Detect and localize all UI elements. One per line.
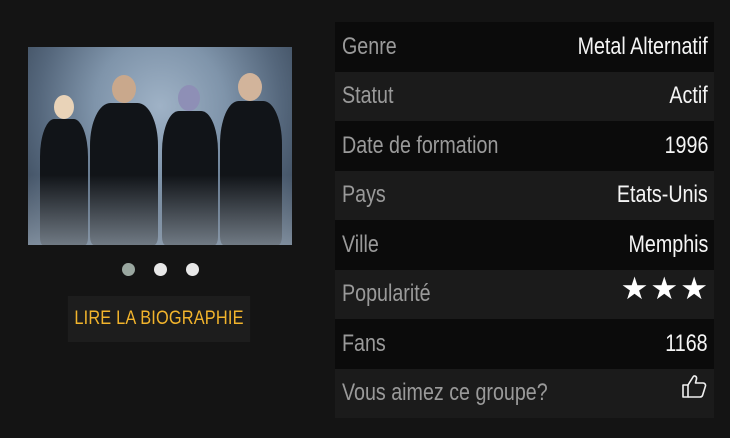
info-row-genre: Genre Metal Alternatif <box>335 22 714 72</box>
carousel-dot-2[interactable] <box>153 263 167 276</box>
info-label: Genre <box>342 32 397 60</box>
info-row-popularity: Popularité ★ ★ ★ <box>335 269 714 319</box>
info-label: Statut <box>342 82 394 110</box>
info-label: Vous aimez ce groupe? <box>342 379 548 407</box>
info-value: Memphis <box>628 230 708 258</box>
info-row-city: Ville Memphis <box>335 220 714 270</box>
info-value: Etats-Unis <box>617 181 708 209</box>
info-value: Metal Alternatif <box>577 32 708 60</box>
read-biography-button[interactable]: LIRE LA BIOGRAPHIE <box>67 296 251 342</box>
info-row-country: Pays Etats-Unis <box>335 170 714 220</box>
band-photo <box>28 47 292 245</box>
carousel-dot-3[interactable] <box>185 263 199 276</box>
carousel-dots <box>0 263 320 277</box>
info-row-like: Vous aimez ce groupe? <box>335 368 714 418</box>
star-icon: ★ <box>680 270 708 306</box>
info-label: Date de formation <box>342 131 499 159</box>
info-row-fans: Fans 1168 <box>335 319 714 369</box>
info-label: Fans <box>342 329 386 357</box>
info-row-formation-date: Date de formation 1996 <box>335 121 714 171</box>
info-label: Popularité <box>342 280 431 308</box>
thumbs-up-icon[interactable] <box>680 372 708 400</box>
popularity-rating: ★ ★ ★ <box>621 273 708 304</box>
info-label: Pays <box>342 181 386 209</box>
info-value: 1996 <box>664 131 708 159</box>
info-label: Ville <box>342 230 379 258</box>
carousel-dot-1[interactable] <box>121 263 135 276</box>
band-media-column: LIRE LA BIOGRAPHIE <box>0 0 320 438</box>
band-info-table: Genre Metal Alternatif Statut Actif Date… <box>335 22 714 418</box>
info-row-status: Statut Actif <box>335 71 714 121</box>
info-value: 1168 <box>665 329 708 357</box>
star-icon: ★ <box>620 270 649 306</box>
info-value: Actif <box>669 82 708 110</box>
star-icon: ★ <box>650 270 679 306</box>
